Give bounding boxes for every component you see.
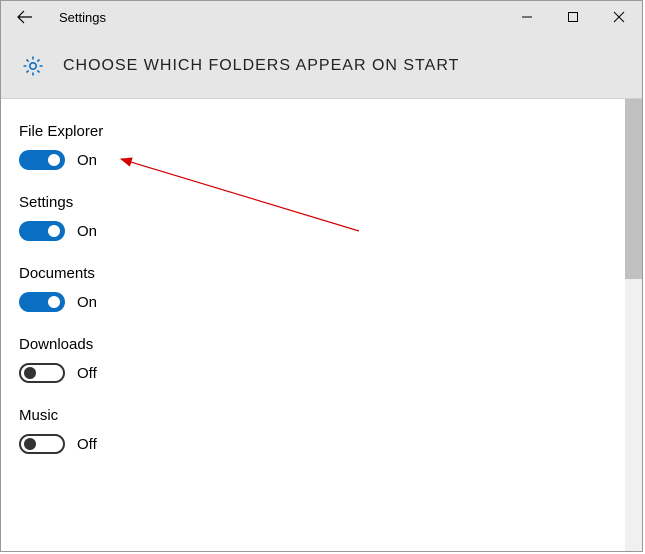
content-area: File Explorer On Settings On Documents O…: [1, 99, 642, 551]
toggle-file-explorer[interactable]: [19, 150, 65, 170]
setting-downloads: Downloads Off: [19, 336, 642, 383]
window-title: Settings: [59, 10, 106, 25]
setting-music: Music Off: [19, 407, 642, 454]
maximize-button[interactable]: [550, 1, 596, 33]
close-icon: [613, 11, 625, 23]
toggle-settings[interactable]: [19, 221, 65, 241]
toggle-music[interactable]: [19, 434, 65, 454]
gear-icon: [19, 52, 47, 80]
toggle-documents[interactable]: [19, 292, 65, 312]
titlebar: Settings: [1, 1, 642, 33]
maximize-icon: [567, 11, 579, 23]
close-button[interactable]: [596, 1, 642, 33]
back-button[interactable]: [13, 5, 37, 29]
toggle-state-label: Off: [77, 436, 97, 453]
setting-label: Downloads: [19, 336, 642, 353]
scrollbar-thumb[interactable]: [625, 99, 642, 279]
setting-label: Settings: [19, 194, 642, 211]
setting-label: Music: [19, 407, 642, 424]
setting-label: File Explorer: [19, 123, 642, 140]
settings-window: Settings: [0, 0, 643, 552]
toggle-state-label: On: [77, 223, 97, 240]
settings-list: File Explorer On Settings On Documents O…: [1, 99, 642, 454]
toggle-state-label: On: [77, 294, 97, 311]
window-controls: [504, 1, 642, 33]
setting-documents: Documents On: [19, 265, 642, 312]
toggle-state-label: Off: [77, 365, 97, 382]
minimize-button[interactable]: [504, 1, 550, 33]
page-header: CHOOSE WHICH FOLDERS APPEAR ON START: [1, 33, 642, 99]
setting-label: Documents: [19, 265, 642, 282]
page-title: CHOOSE WHICH FOLDERS APPEAR ON START: [63, 57, 459, 75]
setting-file-explorer: File Explorer On: [19, 123, 642, 170]
scrollbar-track[interactable]: [625, 99, 642, 551]
toggle-state-label: On: [77, 152, 97, 169]
minimize-icon: [521, 11, 533, 23]
arrow-left-icon: [16, 8, 34, 26]
toggle-downloads[interactable]: [19, 363, 65, 383]
setting-settings: Settings On: [19, 194, 642, 241]
